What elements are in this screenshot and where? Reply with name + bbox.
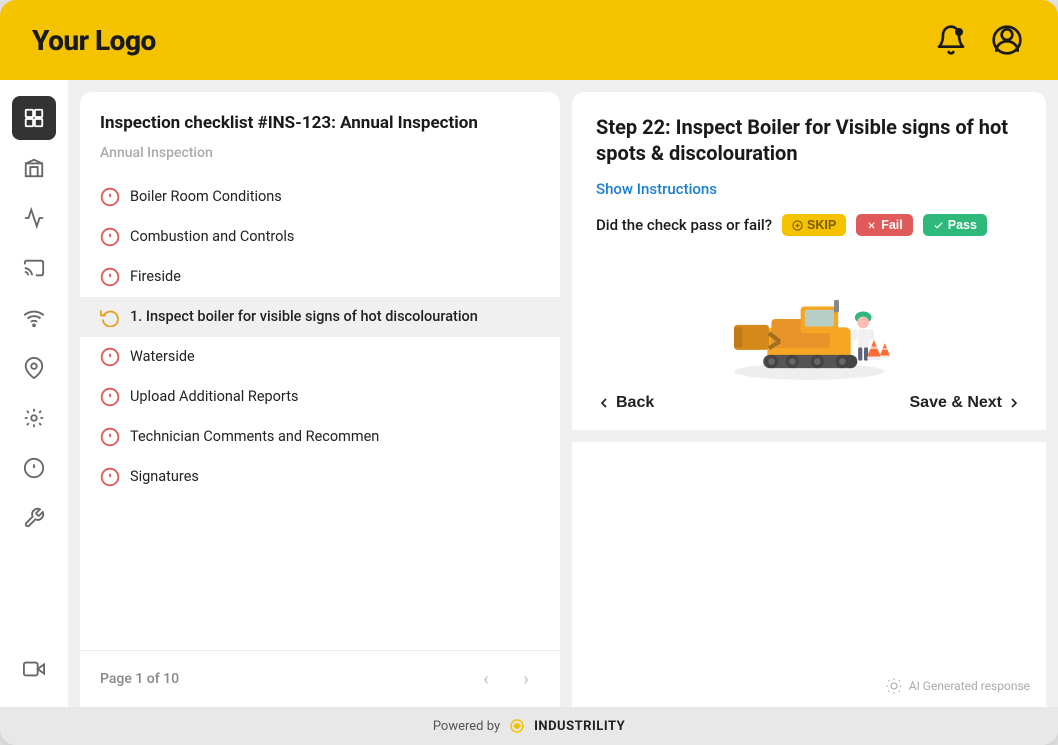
prev-page-button[interactable]: ‹ [472, 665, 500, 693]
next-page-button[interactable]: › [512, 665, 540, 693]
list-item-label: Waterside [130, 348, 195, 365]
left-panel-footer: Page 1 of 10 ‹ › [80, 650, 560, 707]
show-instructions-link[interactable]: Show Instructions [596, 180, 1022, 198]
sidebar-item-building[interactable] [12, 146, 56, 190]
ai-response-label: AI Generated response [885, 677, 1030, 695]
list-item-label: 1. Inspect boiler for visible signs of h… [130, 308, 478, 327]
checklist-items-list: Boiler Room Conditions Combustion and Co… [80, 173, 560, 650]
sidebar-item-chart[interactable] [12, 196, 56, 240]
brand-logo-icon [508, 717, 526, 735]
sidebar-item-alert[interactable] [12, 446, 56, 490]
logo: Your Logo [32, 24, 156, 57]
illustration-area [596, 254, 1022, 384]
header: Your Logo [0, 0, 1058, 80]
action-row: Back Save & Next [596, 394, 1022, 412]
list-item[interactable]: Waterside [80, 337, 560, 377]
sidebar-item-wifi[interactable] [12, 296, 56, 340]
list-item-label: Combustion and Controls [130, 228, 294, 245]
save-next-button[interactable]: Save & Next [910, 394, 1023, 412]
sidebar-item-location[interactable] [12, 346, 56, 390]
user-button[interactable] [988, 21, 1026, 59]
list-item-label: Boiler Room Conditions [130, 188, 282, 205]
step-title: Step 22: Inspect Boiler for Visible sign… [596, 114, 1022, 166]
list-item-label: Upload Additional Reports [130, 388, 298, 405]
list-item-active[interactable]: 1. Inspect boiler for visible signs of h… [80, 297, 560, 337]
list-item[interactable]: Combustion and Controls [80, 217, 560, 257]
checklist-title: Inspection checklist #INS-123: Annual In… [100, 112, 540, 135]
brand-name: INDUSTRILITY [534, 719, 625, 734]
bell-button[interactable] [932, 21, 970, 59]
right-panel-bottom: AI Generated response [572, 442, 1046, 707]
skip-button[interactable]: SKIP [782, 214, 846, 236]
left-panel: Inspection checklist #INS-123: Annual In… [80, 92, 560, 707]
left-panel-header: Inspection checklist #INS-123: Annual In… [80, 92, 560, 173]
footer: Powered by INDUSTRILITY [0, 707, 1058, 745]
fail-button[interactable]: Fail [856, 214, 913, 236]
list-item-label: Fireside [130, 268, 181, 285]
content-area: Inspection checklist #INS-123: Annual In… [68, 80, 1058, 707]
sidebar-item-integration[interactable] [12, 396, 56, 440]
sidebar-item-cast[interactable] [12, 246, 56, 290]
list-item[interactable]: Boiler Room Conditions [80, 177, 560, 217]
header-icons [932, 21, 1026, 59]
list-item-label: Signatures [130, 468, 199, 485]
check-question-row: Did the check pass or fail? SKIP Fail Pa… [596, 214, 1022, 236]
right-panel-top: Step 22: Inspect Boiler for Visible sign… [572, 92, 1046, 430]
list-item[interactable]: Upload Additional Reports [80, 377, 560, 417]
check-question-text: Did the check pass or fail? [596, 216, 772, 234]
pass-button[interactable]: Pass [923, 214, 987, 236]
list-item[interactable]: Signatures [80, 457, 560, 497]
list-item[interactable]: Technician Comments and Recommen [80, 417, 560, 457]
checklist-subtitle: Annual Inspection [100, 145, 540, 161]
sidebar-item-wrench[interactable] [12, 496, 56, 540]
list-item-label: Technician Comments and Recommen [130, 428, 379, 445]
page-info: Page 1 of 10 [100, 671, 179, 687]
sidebar-item-video[interactable] [12, 647, 56, 691]
ai-generated-text: AI Generated response [909, 679, 1030, 693]
list-item[interactable]: Fireside [80, 257, 560, 297]
powered-by-text: Powered by [433, 719, 500, 734]
sidebar-item-grid[interactable] [12, 96, 56, 140]
back-button[interactable]: Back [596, 394, 654, 412]
sidebar [0, 80, 68, 707]
right-column: Step 22: Inspect Boiler for Visible sign… [572, 92, 1046, 707]
app-container: Your Logo [0, 0, 1058, 745]
nav-arrows: ‹ › [472, 665, 540, 693]
main-body: Inspection checklist #INS-123: Annual In… [0, 80, 1058, 707]
